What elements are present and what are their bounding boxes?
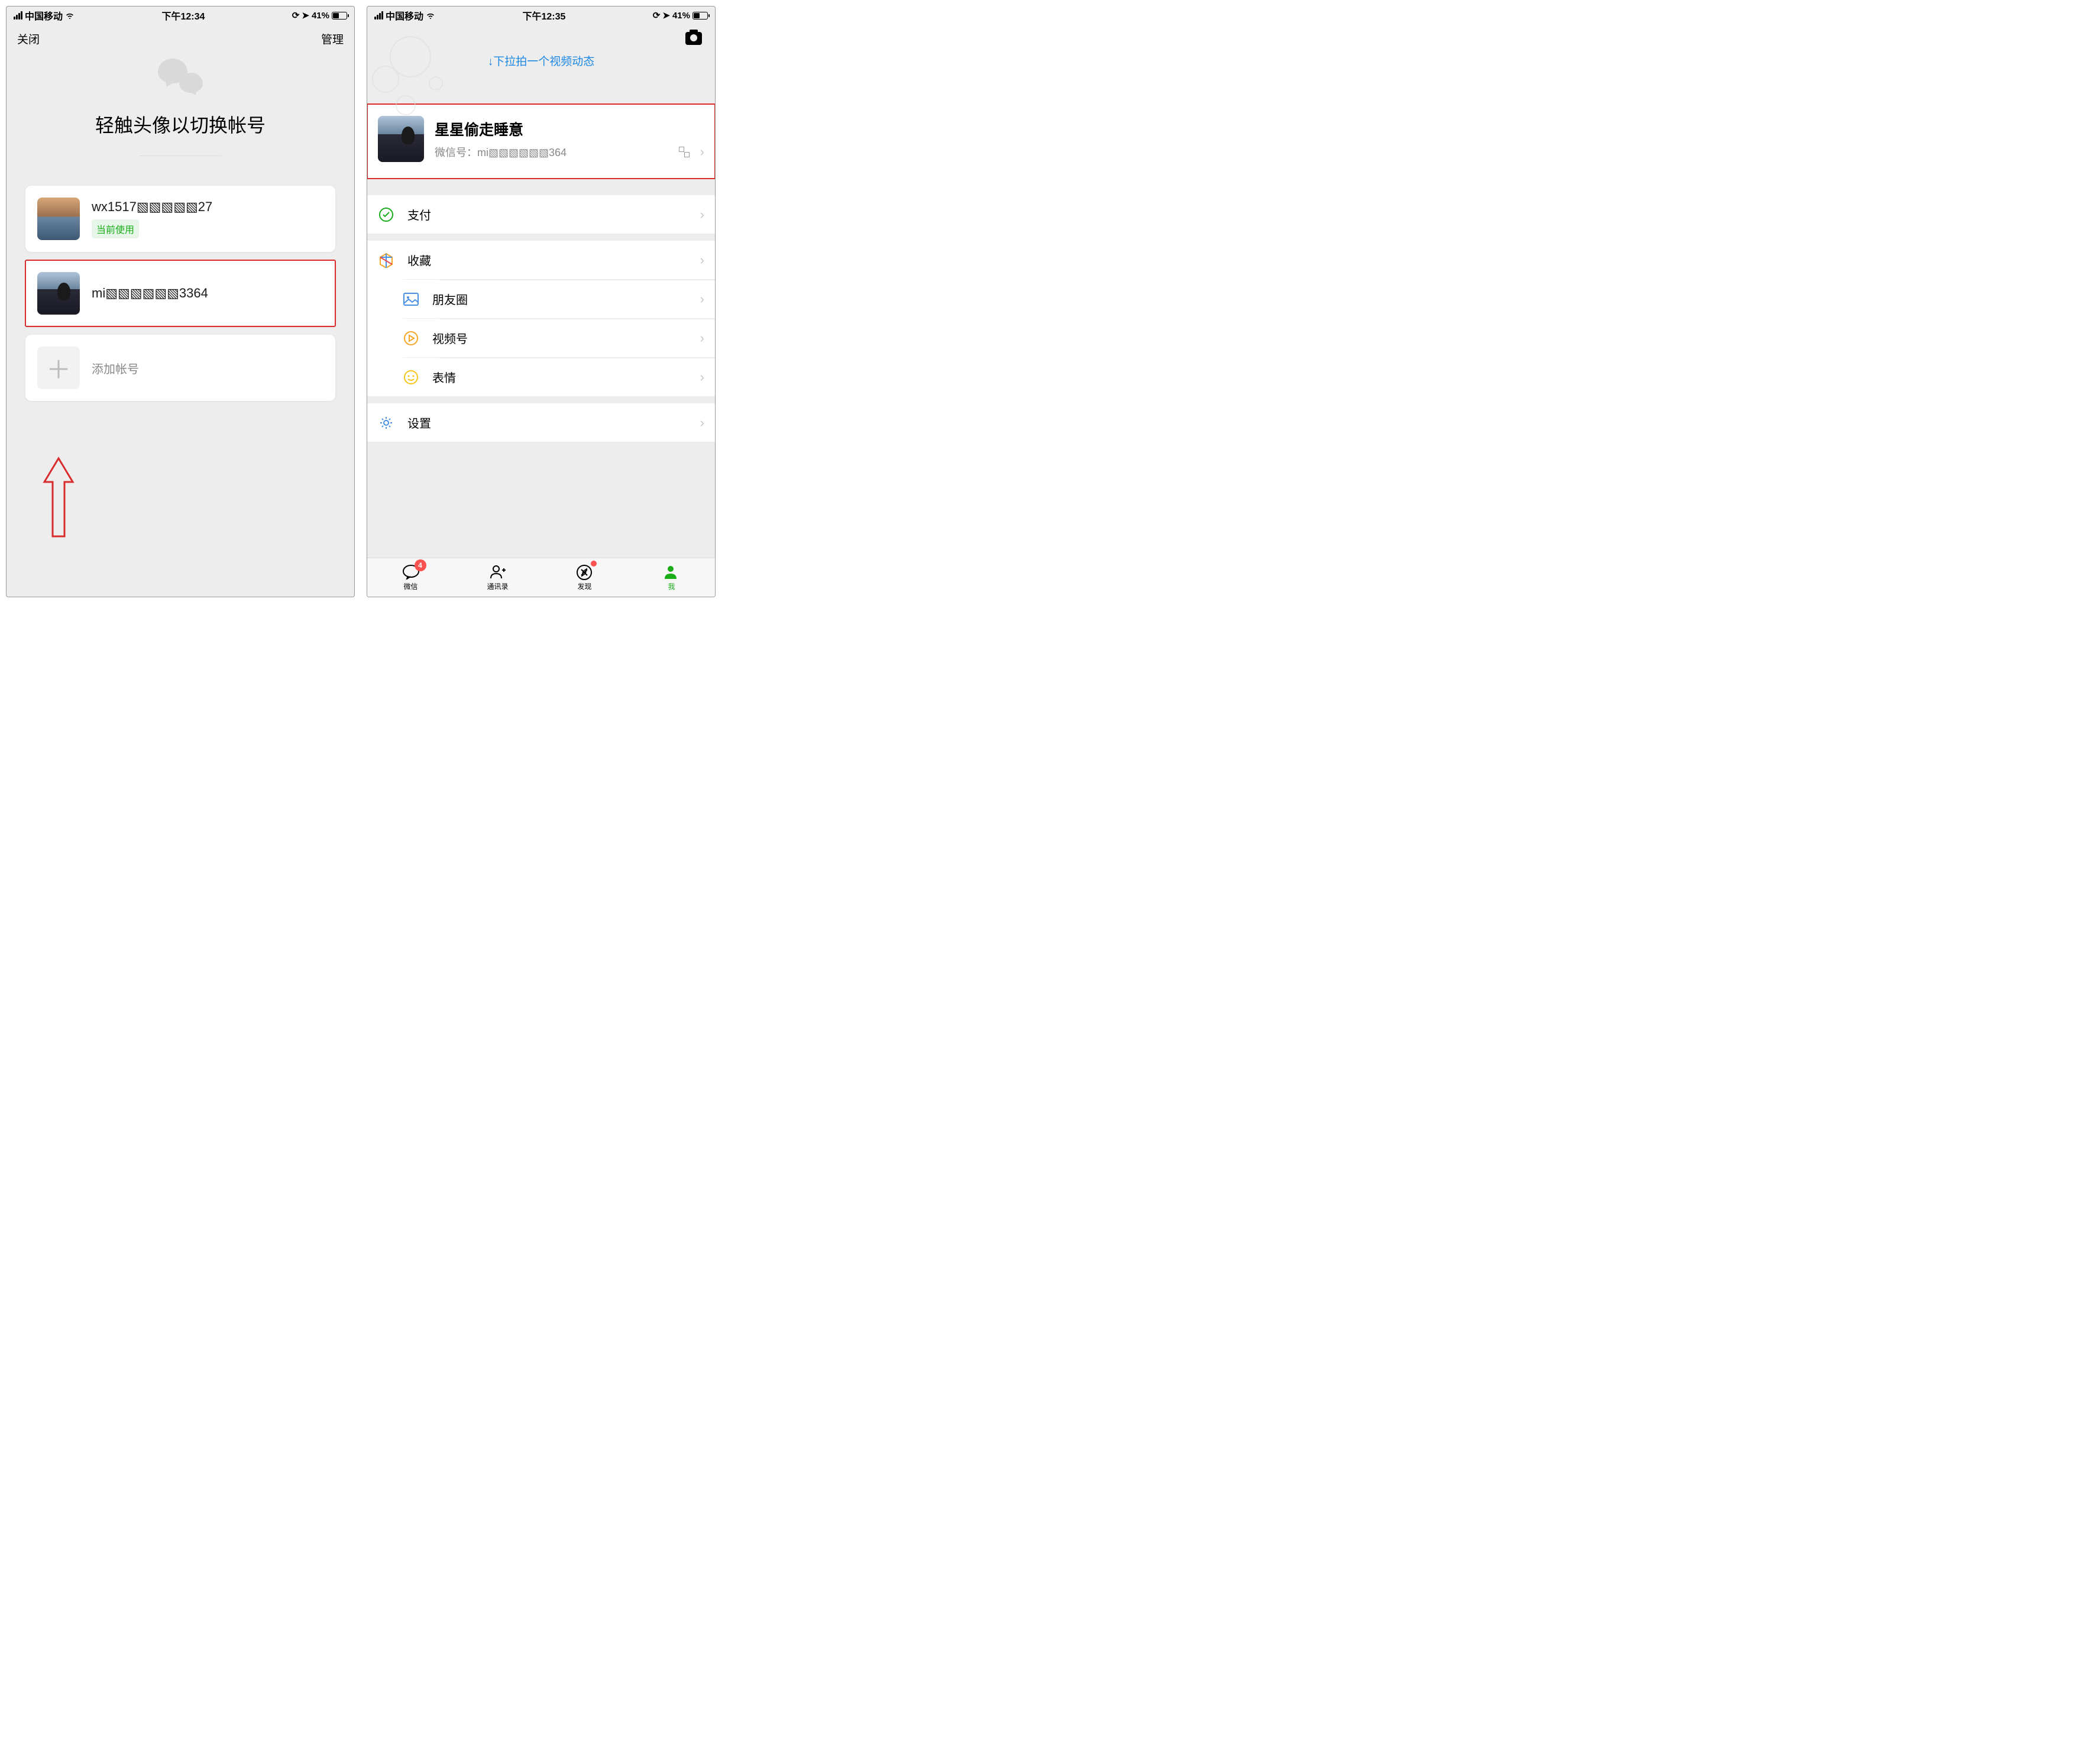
signal-icon	[374, 11, 383, 20]
favorites-icon	[378, 252, 394, 268]
wechat-id: 微信号：mi▧▧▧▧▧▧364	[435, 144, 668, 160]
tab-label: 微信	[403, 581, 418, 591]
tab-discover[interactable]: 发现	[541, 558, 628, 597]
wechat-logo-area	[7, 53, 354, 111]
battery-icon	[692, 12, 708, 20]
tab-me[interactable]: 我	[628, 558, 715, 597]
pay-icon	[378, 206, 394, 223]
location-icon: ➤	[662, 10, 670, 21]
status-bar-left: 中国移动 下午12:34 ⟳ ➤ 41%	[7, 7, 354, 24]
location-icon: ➤	[302, 10, 309, 21]
tab-chat[interactable]: 微信 4	[367, 558, 454, 597]
menu-item-channels[interactable]: 视频号 ›	[403, 318, 715, 357]
add-account-label: 添加帐号	[92, 360, 139, 377]
menu-label: 表情	[432, 368, 687, 386]
battery-icon	[332, 12, 347, 20]
menu-label: 视频号	[432, 329, 687, 347]
status-bar-right: 中国移动 下午12:35 ⟳ ➤ 41%	[367, 7, 715, 24]
tab-bar: 微信 4 通讯录 发现 我	[367, 558, 715, 597]
right-phone-me-tab: 中国移动 下午12:35 ⟳ ➤ 41% ↓下拉拍一个视频动态 星星偷走睡意 微…	[367, 6, 716, 597]
orientation-lock-icon: ⟳	[653, 10, 661, 21]
annotation-up-arrow	[42, 456, 75, 542]
avatar	[378, 116, 424, 162]
chevron-right-icon: ›	[700, 253, 704, 268]
channels-icon	[403, 330, 419, 347]
close-button[interactable]: 关闭	[17, 31, 40, 47]
settings-icon	[378, 415, 394, 431]
add-account-card[interactable]: ＋ 添加帐号	[25, 335, 335, 401]
account-name: wx1517▧▧▧▧▧27	[92, 199, 212, 215]
discover-icon	[576, 564, 594, 580]
signal-icon	[14, 11, 22, 20]
carrier-label: 中国移动	[386, 8, 423, 22]
battery-percent: 41%	[312, 11, 329, 21]
menu-item-settings[interactable]: 设置 ›	[367, 403, 715, 442]
tab-label: 发现	[577, 581, 591, 591]
menu-label: 收藏	[407, 251, 687, 268]
carrier-label: 中国移动	[25, 8, 63, 22]
chevron-right-icon: ›	[700, 370, 704, 385]
menu-item-stickers[interactable]: 表情 ›	[403, 357, 715, 396]
chevron-right-icon: ›	[700, 415, 704, 431]
menu-label: 设置	[407, 414, 687, 431]
menu-group-settings: 设置 ›	[367, 403, 715, 442]
chevron-right-icon: ›	[700, 207, 704, 222]
account-name: mi▧▧▧▧▧▧3364	[92, 286, 208, 301]
account-card-current[interactable]: wx1517▧▧▧▧▧27 当前使用	[25, 186, 335, 252]
me-icon	[663, 564, 681, 580]
tab-contacts[interactable]: 通讯录	[454, 558, 541, 597]
contacts-icon	[489, 564, 507, 580]
camera-icon[interactable]	[685, 32, 702, 45]
page-title: 轻触头像以切换帐号	[7, 111, 354, 156]
plus-icon: ＋	[37, 347, 80, 389]
notification-dot	[591, 561, 597, 567]
manage-button[interactable]: 管理	[321, 31, 344, 47]
account-card-other[interactable]: mi▧▧▧▧▧▧3364	[25, 260, 335, 326]
pull-to-record-hint: ↓下拉拍一个视频动态	[367, 53, 715, 80]
account-list: wx1517▧▧▧▧▧27 当前使用 mi▧▧▧▧▧▧3364 ＋ 添加帐号	[7, 186, 354, 401]
battery-percent: 41%	[672, 11, 690, 21]
current-badge: 当前使用	[92, 219, 139, 238]
tab-label: 我	[668, 581, 675, 591]
menu-label: 朋友圈	[432, 290, 687, 308]
left-phone-account-switcher: 中国移动 下午12:34 ⟳ ➤ 41% 关闭 管理 轻触头像以切换帐号 wx1…	[6, 6, 355, 597]
chevron-right-icon: ›	[700, 292, 704, 307]
menu-group-pay: 支付 ›	[367, 195, 715, 234]
moments-icon	[403, 291, 419, 308]
menu-item-moments[interactable]: 朋友圈 ›	[403, 279, 715, 318]
unread-badge: 4	[415, 559, 426, 571]
wifi-icon	[65, 12, 75, 19]
avatar	[37, 272, 80, 315]
status-time: 下午12:34	[161, 8, 205, 22]
menu-item-pay[interactable]: 支付 ›	[367, 195, 715, 234]
orientation-lock-icon: ⟳	[292, 10, 300, 21]
tab-label: 通讯录	[487, 581, 508, 591]
menu-group-content: 收藏 › 朋友圈 › 视频号 › 表情 ›	[367, 241, 715, 396]
chevron-right-icon: ›	[700, 144, 704, 160]
stickers-icon	[403, 369, 419, 386]
wechat-logo-icon	[157, 55, 204, 96]
status-time: 下午12:35	[522, 8, 565, 22]
menu-label: 支付	[407, 206, 687, 223]
avatar	[37, 198, 80, 240]
qrcode-icon[interactable]	[679, 147, 690, 157]
menu-item-favorites[interactable]: 收藏 ›	[367, 241, 715, 279]
chevron-right-icon: ›	[700, 331, 704, 346]
nav-bar: 关闭 管理	[7, 24, 354, 53]
camera-bar	[367, 24, 715, 53]
wifi-icon	[426, 12, 435, 19]
